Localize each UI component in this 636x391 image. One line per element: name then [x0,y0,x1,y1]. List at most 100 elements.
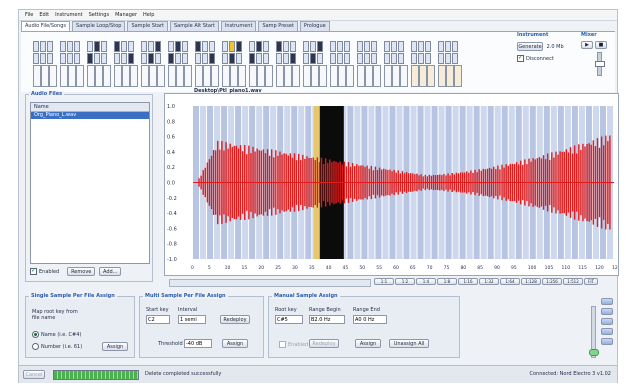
piano-key[interactable] [257,65,265,87]
slider-thumb[interactable] [595,61,605,67]
zoom-button[interactable]: FIT [584,278,598,285]
piano-key[interactable] [76,65,84,87]
manual-redeploy-button[interactable]: Redeploy [309,339,339,348]
start-key-field[interactable] [146,315,170,324]
piano-key[interactable] [33,65,41,87]
sample-slot[interactable] [452,41,458,52]
single-assign-button[interactable]: Assign [102,342,128,351]
right-c-button[interactable] [601,338,613,345]
menu-item-help[interactable]: Help [143,10,154,20]
sample-slot[interactable] [182,53,188,64]
piano-key[interactable] [292,65,300,87]
green-slider-thumb[interactable] [589,349,599,356]
piano-key[interactable] [68,65,76,87]
keyboard-map[interactable] [33,41,511,87]
sample-slot[interactable] [357,41,363,52]
piano-key[interactable] [130,65,138,87]
sample-slot[interactable] [40,41,46,52]
sample-slot[interactable] [452,53,458,64]
zoom-button[interactable]: 1:4 [416,278,436,285]
piano-key[interactable] [141,65,149,87]
root-key-field[interactable] [275,315,303,324]
piano-key[interactable] [195,65,203,87]
sample-slot[interactable] [357,53,363,64]
piano-key[interactable] [103,65,111,87]
sample-slot[interactable] [337,41,343,52]
piano-key[interactable] [400,65,408,87]
multi-assign-button[interactable]: Assign [222,339,248,348]
sample-slot[interactable] [384,41,390,52]
sample-slot[interactable] [391,53,397,64]
piano-key[interactable] [238,65,246,87]
sample-slot[interactable] [438,41,444,52]
piano-key[interactable] [60,65,68,87]
sample-slot[interactable] [175,53,181,64]
menu-item-settings[interactable]: Settings [89,10,110,20]
sample-slot[interactable] [128,41,134,52]
sample-slot[interactable] [148,53,154,64]
piano-key[interactable] [222,65,230,87]
tab-6[interactable]: Prologue [299,21,330,31]
sample-slot[interactable] [411,53,417,64]
piano-key[interactable] [184,65,192,87]
range-begin-field[interactable] [309,315,345,324]
menu-item-file[interactable]: File [25,10,33,20]
menu-item-instrument[interactable]: Instrument [55,10,83,20]
sample-slot[interactable] [67,41,73,52]
sample-slot[interactable] [398,41,404,52]
sample-slot[interactable] [425,53,431,64]
sample-slot[interactable] [141,53,147,64]
piano-key[interactable] [454,65,462,87]
sample-slot[interactable] [209,41,215,52]
remove-button[interactable]: Remove [67,267,96,276]
sample-slot[interactable] [283,53,289,64]
sample-slot[interactable] [445,41,451,52]
sample-slot[interactable] [317,41,323,52]
sample-slot[interactable] [303,41,309,52]
sample-slot[interactable] [229,53,235,64]
stop-button[interactable]: ■ [595,41,607,49]
zoom-button[interactable]: 1:1 [374,278,394,285]
radio-number[interactable] [32,343,39,350]
sample-slot[interactable] [398,53,404,64]
sample-slot[interactable] [87,41,93,52]
zoom-button[interactable]: 1:256 [542,278,562,285]
sample-slot[interactable] [121,53,127,64]
piano-key[interactable] [265,65,273,87]
sample-slot[interactable] [283,41,289,52]
waveform-scrollbar[interactable] [169,279,371,287]
piano-key[interactable] [41,65,49,87]
piano-key[interactable] [168,65,176,87]
sample-slot[interactable] [344,53,350,64]
piano-key[interactable] [338,65,346,87]
sample-slot[interactable] [310,53,316,64]
multi-redeploy-button[interactable]: Redeploy [220,315,250,324]
add-button[interactable]: Add... [99,267,122,276]
sample-slot[interactable] [60,41,66,52]
sample-slot[interactable] [263,53,269,64]
sample-slot[interactable] [94,53,100,64]
range-end-field[interactable] [353,315,387,324]
zoom-button[interactable]: 1:128 [521,278,541,285]
threshold-field[interactable] [184,339,212,348]
zoom-button[interactable]: 1:16 [458,278,478,285]
sample-slot[interactable] [33,41,39,52]
sample-slot[interactable] [155,53,161,64]
sample-slot[interactable] [40,53,46,64]
cancel-button[interactable]: Cancel [23,370,45,379]
piano-key[interactable] [122,65,130,87]
piano-key[interactable] [249,65,257,87]
sample-slot[interactable] [344,41,350,52]
sample-slot[interactable] [229,41,235,52]
sample-slot[interactable] [128,53,134,64]
sample-slot[interactable] [101,53,107,64]
piano-key[interactable] [95,65,103,87]
right-a-button[interactable] [601,318,613,325]
right-b-button[interactable] [601,328,613,335]
piano-key[interactable] [319,65,327,87]
tab-5[interactable]: Samp Preset [258,21,298,31]
piano-key[interactable] [373,65,381,87]
sample-slot[interactable] [425,41,431,52]
piano-key[interactable] [346,65,354,87]
sample-slot[interactable] [236,53,242,64]
